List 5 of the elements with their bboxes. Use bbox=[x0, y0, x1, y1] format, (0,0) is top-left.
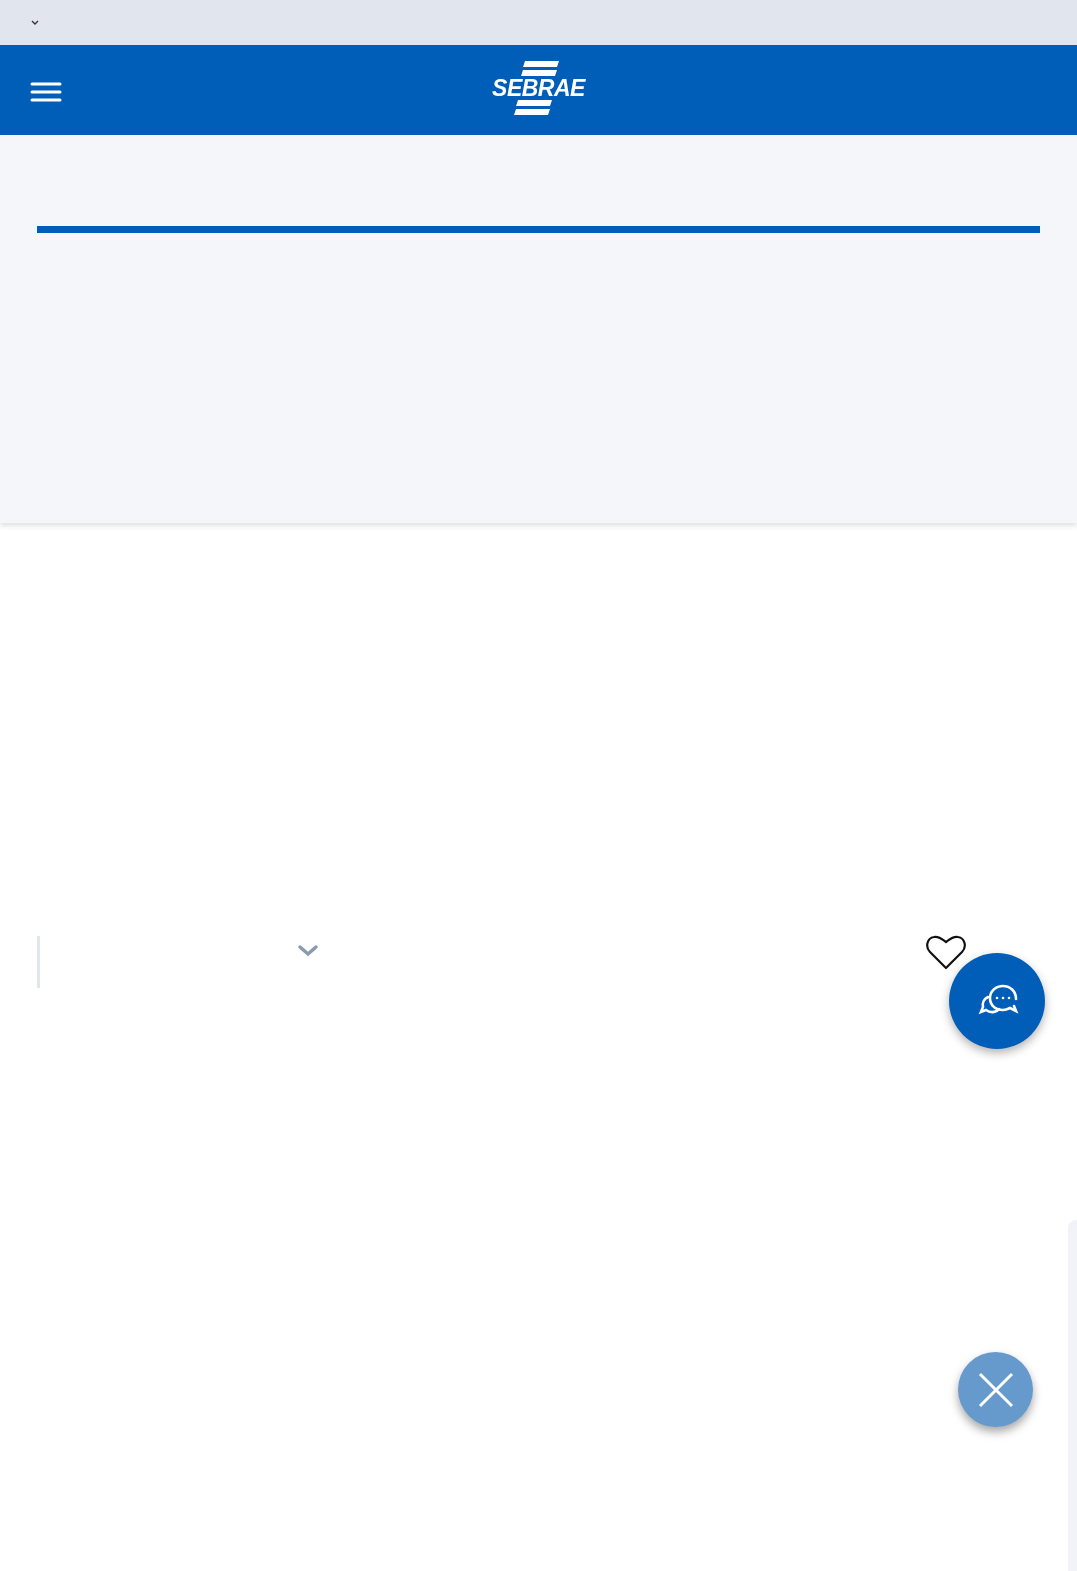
chat-button[interactable] bbox=[949, 953, 1045, 1049]
heart-icon[interactable] bbox=[925, 933, 967, 971]
close-button[interactable] bbox=[958, 1352, 1033, 1427]
chevron-down-icon[interactable] bbox=[30, 19, 40, 26]
logo[interactable]: SEBRAE bbox=[485, 61, 592, 119]
